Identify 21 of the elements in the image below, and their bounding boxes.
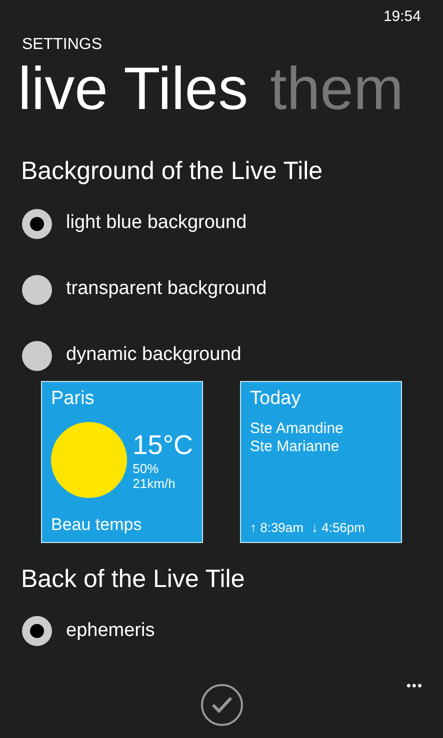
more-button[interactable]: •••	[406, 676, 423, 696]
pivot-tab[interactable]: them	[270, 59, 404, 135]
pivot-tab[interactable]: live Tiles	[18, 59, 248, 135]
app-title: SETTINGS	[21, 35, 104, 55]
sunset-time: ↓ 4:56pm	[311, 520, 365, 536]
radio-option[interactable]: transparent background	[0, 256, 443, 322]
saint-name: Ste Amandine	[250, 420, 344, 438]
wind-speed: 21km/h	[132, 476, 176, 492]
section-title: Background of the Live Tile	[20, 156, 324, 187]
radio-option[interactable]: ephemeris	[0, 598, 443, 664]
tile-title: Today	[250, 388, 302, 410]
checkmark-button[interactable]	[200, 683, 244, 727]
status-time: 19:54	[382, 7, 422, 27]
humidity: 50%	[132, 460, 160, 476]
saint-name: Ste Marianne	[250, 438, 340, 456]
sunrise-time: ↑ 8:39am	[250, 520, 304, 536]
radio-option[interactable]: light blue background	[0, 190, 443, 256]
section-title: Back of the Live Tile	[20, 564, 246, 594]
temperature: 15°C	[132, 428, 193, 461]
weather-condition: Beau temps	[51, 515, 143, 536]
city-name: Paris	[51, 388, 96, 410]
